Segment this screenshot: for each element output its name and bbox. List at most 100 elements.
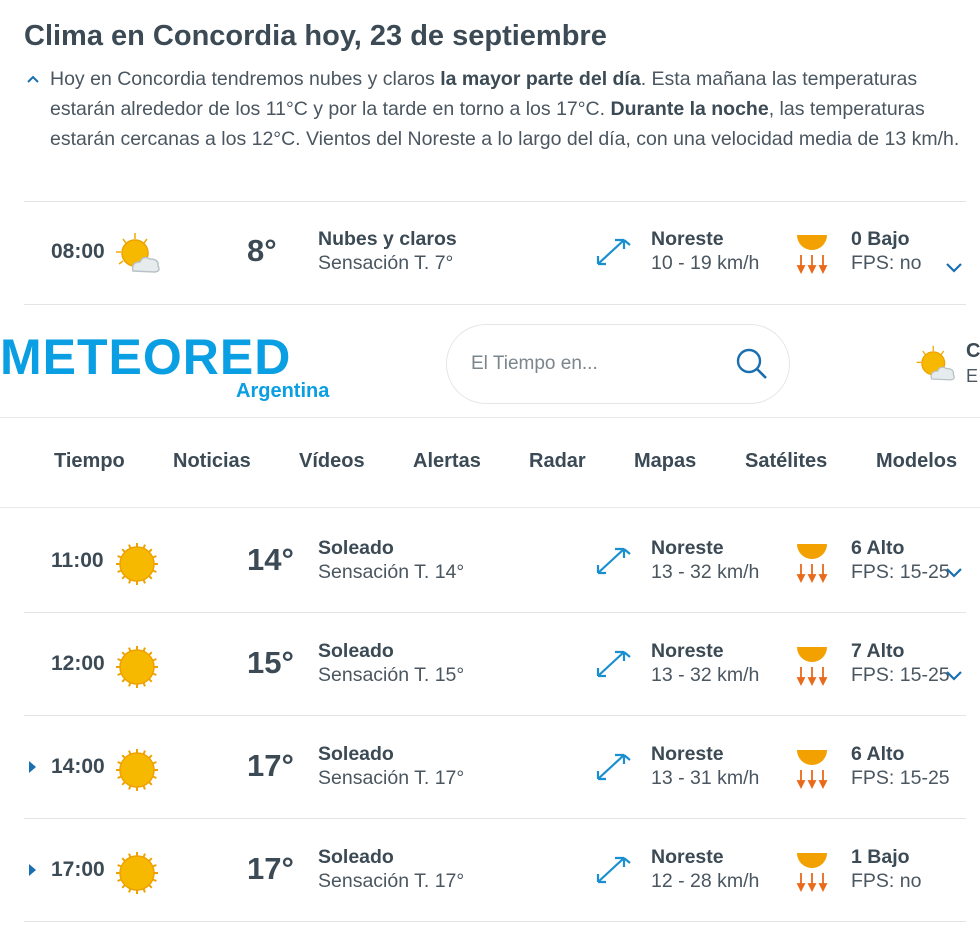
divider — [24, 304, 966, 305]
hour-row[interactable]: 12:00 15° Soleado Sensación T. 15° Noreste 13… — [0, 613, 980, 716]
fps-value: FPS: no — [851, 870, 922, 892]
row-wind: Noreste 13 - 32 km/h — [651, 639, 759, 687]
nav-mapas[interactable]: Mapas — [634, 450, 696, 473]
sky-condition: Soleado — [318, 537, 394, 559]
sun-icon — [116, 543, 158, 585]
uv-index: 0 Bajo — [851, 228, 910, 250]
uv-index-icon — [796, 853, 828, 893]
row-uv: 6 Alto FPS: 15-25 — [851, 742, 950, 790]
nav-tiempo[interactable]: Tiempo — [54, 450, 125, 473]
summary-text-1: Hoy en Concordia tendremos nubes y claro… — [50, 68, 441, 90]
uv-index: 1 Bajo — [851, 846, 910, 868]
wind-direction-icon — [596, 650, 631, 678]
chevron-down-icon[interactable] — [944, 669, 964, 683]
header-subtext-partial: E — [966, 366, 979, 386]
sun-icon — [116, 646, 158, 688]
feels-like: Sensación T. 15° — [318, 664, 465, 686]
wind-direction-icon — [596, 238, 631, 266]
meteored-logo[interactable]: METEORED Argentina — [0, 329, 329, 402]
row-temperature: 8° — [247, 233, 277, 268]
weather-summary: Hoy en Concordia tendremos nubes y claro… — [24, 64, 969, 154]
row-wind: Noreste 10 - 19 km/h — [651, 227, 759, 275]
wind-direction: Noreste — [651, 846, 724, 868]
collapse-caret-icon[interactable] — [24, 64, 42, 94]
site-header: METEORED Argentina C E — [0, 306, 980, 418]
fps-value: FPS: no — [851, 252, 922, 274]
feels-like: Sensación T. 14° — [318, 561, 465, 583]
row-description: Soleado Sensación T. 17° — [318, 845, 464, 893]
fps-value: FPS: 15-25 — [851, 561, 950, 583]
feels-like: Sensación T. 17° — [318, 767, 465, 789]
partly-cloudy-icon — [116, 233, 160, 273]
row-temperature: 17° — [247, 851, 294, 886]
summary-bold-2: Durante la noche — [610, 98, 769, 120]
uv-index: 6 Alto — [851, 537, 905, 559]
uv-index-icon — [796, 647, 828, 687]
logo-text: METEORED — [0, 329, 292, 385]
nav-modelos[interactable]: Modelos — [876, 450, 957, 473]
search-box[interactable] — [446, 324, 790, 404]
chevron-down-icon[interactable] — [944, 261, 964, 275]
main-nav: Tiempo Noticias Vídeos Alertas Radar Map… — [0, 418, 980, 508]
row-uv: 0 Bajo FPS: no — [851, 227, 921, 275]
hour-row[interactable]: 11:00 14° Soleado Sensación T. 14° Noreste 13… — [0, 510, 980, 613]
header-weather-icon[interactable] — [914, 344, 956, 386]
header-city-partial: C — [966, 340, 980, 362]
wind-direction-icon — [596, 547, 631, 575]
row-temperature: 15° — [247, 645, 294, 680]
logo-country: Argentina — [236, 380, 330, 402]
wind-direction-icon — [596, 856, 631, 884]
sun-icon — [116, 749, 158, 791]
fps-value: FPS: 15-25 — [851, 664, 950, 686]
search-input[interactable] — [471, 345, 721, 383]
search-icon[interactable] — [735, 347, 769, 381]
row-time: 17:00 — [51, 858, 105, 881]
row-uv: 1 Bajo FPS: no — [851, 845, 921, 893]
row-wind: Noreste 13 - 31 km/h — [651, 742, 759, 790]
row-description: Soleado Sensación T. 15° — [318, 639, 464, 687]
wind-speed: 13 - 31 km/h — [651, 767, 760, 789]
nav-alertas[interactable]: Alertas — [413, 450, 481, 473]
row-temperature: 17° — [247, 748, 294, 783]
uv-index: 6 Alto — [851, 743, 905, 765]
page-title: Clima en Concordia hoy, 23 de septiembre — [24, 20, 607, 52]
row-time: 08:00 — [51, 240, 105, 263]
wind-direction: Noreste — [651, 640, 724, 662]
row-uv: 7 Alto FPS: 15-25 — [851, 639, 950, 687]
sky-condition: Soleado — [318, 846, 394, 868]
hour-row-0800[interactable]: 08:00 8° Nubes y claros Sensación T. 7° … — [0, 201, 980, 304]
wind-direction: Noreste — [651, 537, 724, 559]
row-time: 14:00 — [51, 755, 105, 778]
uv-index-icon — [796, 235, 828, 275]
uv-index-icon — [796, 544, 828, 584]
hour-row[interactable]: 14:00 17° Soleado Sensación T. 17° Noreste 13… — [0, 716, 980, 819]
row-description: Soleado Sensación T. 17° — [318, 742, 464, 790]
wind-speed: 10 - 19 km/h — [651, 252, 760, 274]
nav-videos[interactable]: Vídeos — [299, 450, 365, 473]
hour-row[interactable]: 17:00 17° Soleado Sensación T. 17° Noreste 12… — [0, 819, 980, 922]
wind-speed: 13 - 32 km/h — [651, 664, 760, 686]
row-time: 11:00 — [51, 549, 104, 572]
wind-direction: Noreste — [651, 743, 724, 765]
sky-condition: Nubes y claros — [318, 228, 457, 250]
chevron-down-icon[interactable] — [944, 566, 964, 580]
row-uv: 6 Alto FPS: 15-25 — [851, 536, 950, 584]
summary-bold-1: la mayor parte del día — [440, 68, 641, 90]
uv-index-icon — [796, 750, 828, 790]
sun-icon — [116, 852, 158, 894]
nav-satelites[interactable]: Satélites — [745, 450, 827, 473]
sky-condition: Soleado — [318, 640, 394, 662]
wind-direction-icon — [596, 753, 631, 781]
sky-condition: Soleado — [318, 743, 394, 765]
nav-radar[interactable]: Radar — [529, 450, 586, 473]
fps-value: FPS: 15-25 — [851, 767, 950, 789]
row-temperature: 14° — [247, 542, 294, 577]
row-wind: Noreste 12 - 28 km/h — [651, 845, 759, 893]
row-description: Soleado Sensación T. 14° — [318, 536, 464, 584]
feels-like: Sensación T. 17° — [318, 870, 465, 892]
nav-noticias[interactable]: Noticias — [173, 450, 251, 473]
wind-speed: 13 - 32 km/h — [651, 561, 760, 583]
expand-arrow-icon[interactable] — [26, 758, 38, 776]
expand-arrow-icon[interactable] — [26, 861, 38, 879]
uv-index: 7 Alto — [851, 640, 905, 662]
